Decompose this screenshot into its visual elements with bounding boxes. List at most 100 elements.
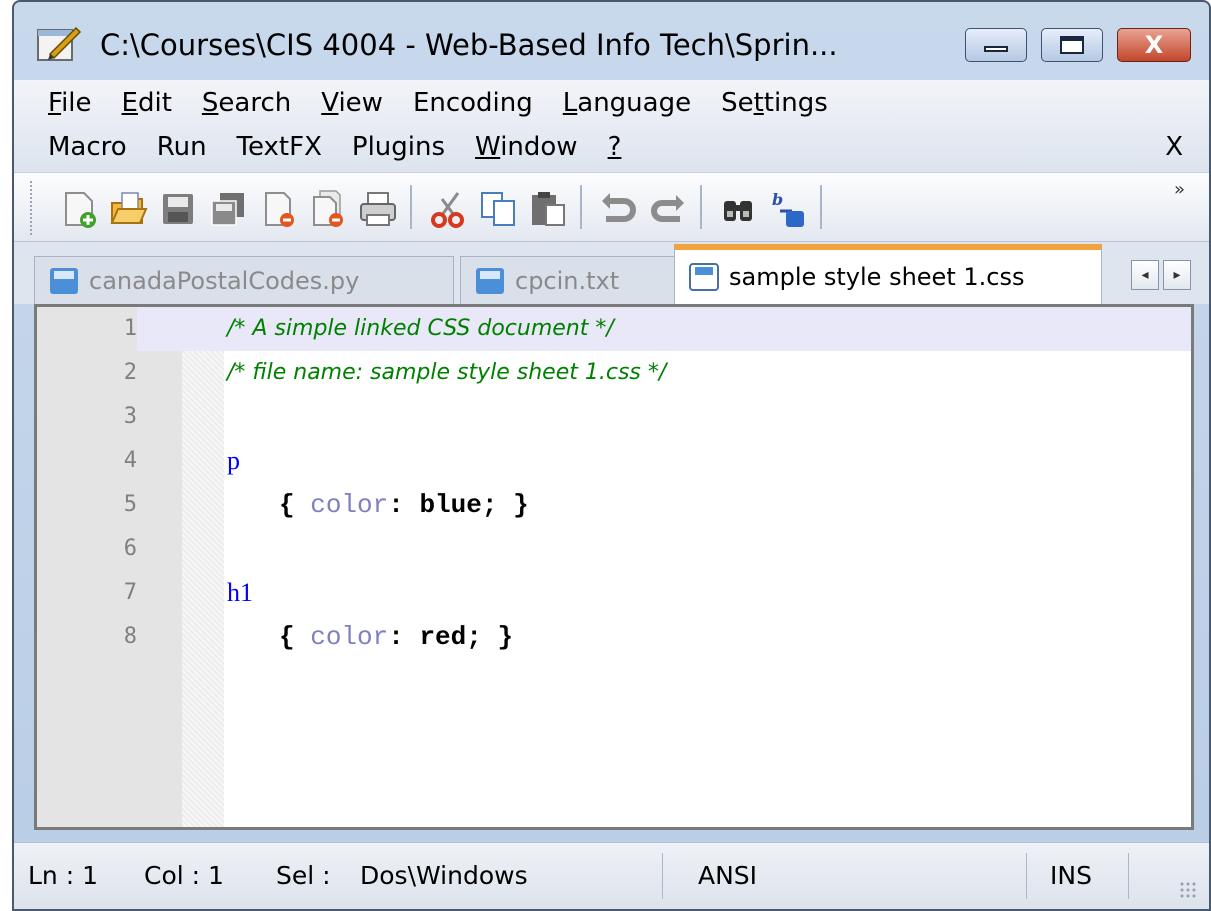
menu-help[interactable]: ? bbox=[608, 132, 622, 162]
close-brace: } bbox=[497, 622, 514, 652]
css-rule: { color: red; } bbox=[279, 615, 513, 659]
code-editor[interactable]: 1 /* A simple linked CSS document */ 2 /… bbox=[34, 304, 1194, 830]
find-icon[interactable] bbox=[718, 189, 758, 229]
title-bar: C:\Courses\CIS 4004 - Web-Based Info Tec… bbox=[14, 2, 1209, 84]
code-line-7[interactable]: 7 h1 bbox=[37, 571, 1191, 615]
status-divider bbox=[1026, 853, 1027, 899]
tab-scroll-left-button[interactable]: ◂ bbox=[1131, 260, 1159, 290]
status-encoding[interactable]: ANSI bbox=[698, 861, 757, 890]
line-number: 8 bbox=[123, 624, 137, 649]
menu-textfx[interactable]: TextFX bbox=[237, 132, 322, 162]
line-number: 4 bbox=[123, 448, 137, 473]
floppy-icon bbox=[476, 267, 504, 294]
svg-text:b: b bbox=[772, 190, 783, 209]
resize-grip-icon[interactable] bbox=[1179, 881, 1197, 899]
status-line: Ln : 1 bbox=[28, 861, 98, 890]
css-value: blue bbox=[419, 490, 482, 520]
notepad-app-icon bbox=[37, 26, 82, 61]
toolbar: b » bbox=[14, 172, 1209, 242]
colon: : bbox=[388, 622, 404, 652]
redo-icon[interactable] bbox=[648, 189, 688, 229]
css-selector: h1 bbox=[227, 578, 253, 607]
cut-icon[interactable] bbox=[428, 189, 468, 229]
toolbar-overflow-button[interactable]: » bbox=[1174, 179, 1185, 200]
floppy-icon bbox=[50, 267, 78, 294]
menu-file[interactable]: File bbox=[48, 88, 92, 118]
menu-macro[interactable]: Macro bbox=[48, 132, 127, 162]
menu-run[interactable]: Run bbox=[157, 132, 207, 162]
code-line-1[interactable]: 1 /* A simple linked CSS document */ bbox=[37, 307, 1191, 351]
save-icon[interactable] bbox=[158, 189, 198, 229]
undo-icon[interactable] bbox=[598, 189, 638, 229]
css-value: red bbox=[419, 622, 467, 652]
menu-bar: File Edit Search View Encoding Language … bbox=[14, 80, 1209, 172]
tab-cpcin[interactable]: cpcin.txt bbox=[460, 256, 678, 304]
css-property: color bbox=[310, 490, 389, 520]
line-number: 6 bbox=[123, 536, 137, 561]
status-divider bbox=[1128, 853, 1129, 899]
status-column: Col : 1 bbox=[144, 861, 224, 890]
menu-language[interactable]: Language bbox=[563, 88, 691, 118]
status-bar: Ln : 1 Col : 1 Sel : Dos\Windows ANSI IN… bbox=[14, 842, 1209, 909]
code-line-8[interactable]: 8 { color: red; } bbox=[37, 615, 1191, 659]
code-line-4[interactable]: 4 p bbox=[37, 439, 1191, 483]
css-selector: p bbox=[227, 446, 240, 475]
status-eol-format[interactable]: Dos\Windows bbox=[360, 861, 528, 890]
floppy-icon bbox=[689, 263, 719, 291]
toolbar-separator bbox=[580, 185, 582, 229]
close-file-icon[interactable] bbox=[258, 189, 298, 229]
tab-scroll-buttons: ◂ ▸ bbox=[1131, 260, 1191, 290]
close-document-button[interactable]: X bbox=[1165, 132, 1183, 162]
semicolon: ; bbox=[466, 622, 482, 652]
menu-view[interactable]: View bbox=[321, 88, 383, 118]
tab-label: cpcin.txt bbox=[515, 266, 620, 295]
line-number: 1 bbox=[37, 307, 137, 351]
menu-search[interactable]: Search bbox=[202, 88, 291, 118]
replace-icon[interactable]: b bbox=[768, 189, 808, 229]
css-comment: /* file name: sample style sheet 1.css *… bbox=[227, 360, 667, 385]
line-number: 3 bbox=[123, 404, 137, 429]
close-all-icon[interactable] bbox=[308, 189, 348, 229]
menu-edit[interactable]: Edit bbox=[122, 88, 172, 118]
menu-encoding[interactable]: Encoding bbox=[413, 88, 533, 118]
code-line-2[interactable]: 2 /* file name: sample style sheet 1.css… bbox=[37, 351, 1191, 395]
tab-sample-style-sheet[interactable]: sample style sheet 1.css bbox=[674, 244, 1102, 304]
minimize-button[interactable] bbox=[965, 28, 1027, 62]
menu-row-1: File Edit Search View Encoding Language … bbox=[48, 88, 858, 118]
tab-label: sample style sheet 1.css bbox=[729, 263, 1025, 291]
css-rule: { color: blue; } bbox=[279, 483, 529, 527]
window-title: C:\Courses\CIS 4004 - Web-Based Info Tec… bbox=[100, 28, 838, 62]
open-brace: { bbox=[279, 490, 295, 520]
open-brace: { bbox=[279, 622, 295, 652]
tab-scroll-right-button[interactable]: ▸ bbox=[1163, 260, 1191, 290]
code-line-3[interactable]: 3 bbox=[37, 395, 1191, 439]
maximize-icon bbox=[1060, 36, 1084, 54]
close-window-button[interactable]: X bbox=[1117, 28, 1191, 62]
close-icon: X bbox=[1144, 31, 1164, 59]
colon: : bbox=[388, 490, 404, 520]
line-number: 7 bbox=[123, 580, 137, 605]
close-brace: } bbox=[513, 490, 529, 520]
notepad-plus-plus-window: C:\Courses\CIS 4004 - Web-Based Info Tec… bbox=[12, 0, 1211, 911]
paste-icon[interactable] bbox=[528, 189, 568, 229]
tab-label: canadaPostalCodes.py bbox=[89, 266, 360, 295]
menu-window[interactable]: Window bbox=[475, 132, 578, 162]
toolbar-separator bbox=[700, 185, 702, 229]
semicolon: ; bbox=[481, 490, 498, 520]
print-icon[interactable] bbox=[358, 189, 398, 229]
status-insert-mode[interactable]: INS bbox=[1050, 861, 1092, 890]
css-property: color bbox=[310, 622, 389, 652]
save-all-icon[interactable] bbox=[208, 189, 248, 229]
new-file-icon[interactable] bbox=[58, 189, 98, 229]
menu-plugins[interactable]: Plugins bbox=[352, 132, 445, 162]
maximize-button[interactable] bbox=[1041, 28, 1103, 62]
toolbar-separator bbox=[410, 185, 412, 229]
toolbar-grip[interactable] bbox=[30, 181, 36, 235]
code-line-6[interactable]: 6 bbox=[37, 527, 1191, 571]
copy-icon[interactable] bbox=[478, 189, 518, 229]
open-file-icon[interactable] bbox=[108, 189, 148, 229]
status-divider bbox=[662, 853, 663, 899]
code-line-5[interactable]: 5 { color: blue; } bbox=[37, 483, 1191, 527]
tab-canadapostalcodes[interactable]: canadaPostalCodes.py bbox=[34, 256, 454, 304]
menu-settings[interactable]: Settings bbox=[721, 88, 828, 118]
